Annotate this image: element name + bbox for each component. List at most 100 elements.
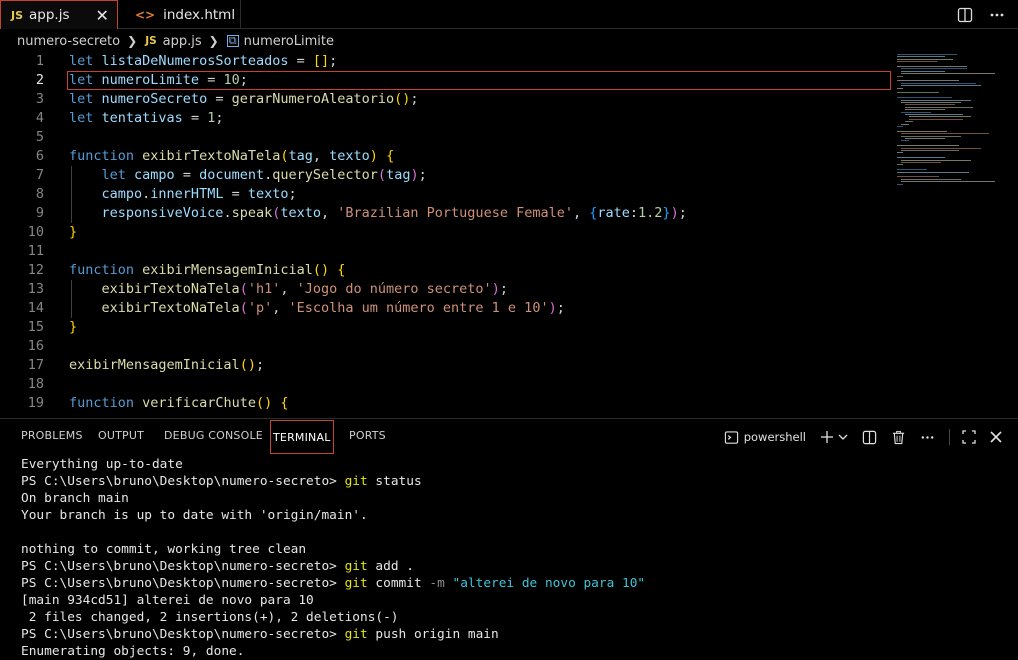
code-line[interactable]: let campo = document.querySelector(tag);: [69, 166, 891, 185]
code-line[interactable]: exibirTextoNaTela('h1', 'Jogo do número …: [69, 280, 891, 299]
code-token: }: [662, 205, 671, 221]
split-editor-icon[interactable]: [954, 4, 976, 26]
code-token: campo: [134, 167, 175, 183]
minimap-line: [905, 138, 945, 139]
code-line[interactable]: exibirMensagemInicial();: [69, 356, 891, 375]
minimap-line: [901, 162, 941, 163]
more-actions-icon[interactable]: [986, 4, 1008, 26]
minimap-line: [897, 97, 952, 99]
code-line[interactable]: let tentativas = 1;: [69, 109, 891, 128]
terminal-selector[interactable]: powershell: [724, 430, 806, 445]
code-token: ;: [499, 281, 508, 297]
code-token: tag: [288, 148, 313, 164]
code-editor[interactable]: 1 2 3 4 5 6 7 8 9 10 11 12 13 14 15 16 17 18 19 let listaD…: [0, 52, 1018, 418]
code-line[interactable]: }: [69, 223, 891, 242]
plus-icon[interactable]: [820, 430, 834, 444]
code-line[interactable]: [69, 128, 891, 147]
breadcrumb-folder[interactable]: numero-secreto: [17, 34, 120, 49]
breadcrumb-file[interactable]: app.js: [163, 34, 202, 49]
divider: [949, 429, 950, 445]
minimap-line: [897, 152, 903, 154]
code-token: exibirTextoNaTela: [101, 281, 240, 297]
split-terminal-icon[interactable]: [862, 430, 877, 445]
minimap-line: [905, 104, 955, 106]
minimap-line: [901, 99, 971, 101]
minimap-line: [897, 145, 959, 147]
terminal-line: [main 934cd51] alterei de novo para 10: [21, 592, 1011, 609]
code-token: tentativas: [101, 110, 183, 126]
tab-app-js[interactable]: JS app.js ✕: [0, 0, 118, 29]
code-token: exibirMensagemInicial: [142, 262, 313, 278]
line-number: 8: [35, 186, 44, 202]
code-token: =: [288, 53, 313, 69]
code-line[interactable]: function exibirMensagemInicial() {: [69, 261, 891, 280]
code-line[interactable]: [69, 337, 891, 356]
tab-output[interactable]: OUTPUT: [98, 419, 144, 453]
vertical-scrollbar[interactable]: [1005, 52, 1018, 418]
terminal-line: nothing to commit, working tree clean: [21, 541, 1011, 558]
code-line[interactable]: [69, 375, 891, 394]
minimap[interactable]: [895, 52, 1000, 192]
code-token: =: [223, 186, 248, 202]
tab-index-html[interactable]: <> index.html: [119, 0, 241, 29]
code-line[interactable]: let listaDeNumerosSorteados = [];: [69, 52, 891, 71]
code-token: 10: [223, 72, 240, 88]
minimap-line: [901, 85, 981, 87]
tab-problems[interactable]: PROBLEMS: [21, 419, 83, 453]
code-token: []: [312, 53, 330, 69]
code-line[interactable]: responsiveVoice.speak(texto, 'Brazilian …: [69, 204, 891, 223]
code-token: tag: [386, 167, 411, 183]
code-token: let: [69, 110, 94, 126]
code-token: verificarChute: [142, 395, 256, 411]
minimap-line: [901, 140, 909, 142]
terminal-line: Enumerating objects: 9, done.: [21, 643, 1011, 660]
line-number: 7: [35, 167, 44, 183]
tab-terminal[interactable]: TERMINAL: [270, 420, 334, 454]
breadcrumb-symbol[interactable]: numeroLimite: [244, 34, 334, 49]
minimap-line: [901, 135, 961, 137]
code-token: exibirMensagemInicial: [69, 357, 240, 373]
code-line[interactable]: function exibirTextoNaTela(tag, texto) {: [69, 147, 891, 166]
close-icon[interactable]: ✕: [96, 6, 109, 25]
code-token: ): [491, 281, 500, 297]
code-line[interactable]: }: [69, 318, 891, 337]
code-token: campo: [101, 186, 143, 202]
code-token: ,: [321, 205, 338, 221]
code-token: }: [69, 319, 78, 335]
code-line[interactable]: let numeroSecreto = gerarNumeroAleatorio…: [69, 90, 891, 109]
close-icon[interactable]: [990, 431, 1002, 443]
minimap-line: [897, 183, 903, 185]
code-token: 'p': [247, 300, 273, 316]
code-token: (): [239, 357, 256, 373]
minimap-line: [897, 56, 945, 58]
tab-ports[interactable]: PORTS: [349, 419, 386, 453]
maximize-panel-icon[interactable]: [962, 430, 976, 444]
code-area[interactable]: let listaDeNumerosSorteados = []; let num…: [67, 52, 891, 413]
terminal-text: status: [367, 474, 422, 489]
code-line[interactable]: exibirTextoNaTela('p', 'Escolha um númer…: [69, 299, 891, 318]
line-number: 10: [27, 224, 44, 240]
code-line[interactable]: function verificarChute() {: [69, 394, 891, 413]
code-token: let: [101, 167, 126, 183]
code-line[interactable]: [69, 242, 891, 261]
code-token: ;: [288, 186, 297, 202]
chevron-right-icon: ❯: [127, 34, 138, 48]
code-token: 'h1': [247, 281, 281, 297]
minimap-line: [905, 121, 913, 123]
chevron-down-icon[interactable]: [838, 432, 848, 442]
code-line[interactable]: campo.innerHTML = texto;: [69, 185, 891, 204]
trash-icon[interactable]: [891, 430, 906, 445]
minimap-line: [897, 176, 939, 178]
html-file-icon: <>: [135, 7, 156, 22]
code-token: ): [548, 300, 557, 316]
more-actions-icon[interactable]: [920, 430, 935, 445]
terminal-output[interactable]: Everything up-to-date PS C:\Users\bruno\D…: [21, 456, 1011, 660]
minimap-line: [909, 116, 971, 118]
tab-debug-console[interactable]: DEBUG CONSOLE: [164, 419, 263, 453]
minimap-line: [901, 181, 995, 183]
code-line[interactable]: let numeroLimite = 10;: [67, 71, 891, 90]
